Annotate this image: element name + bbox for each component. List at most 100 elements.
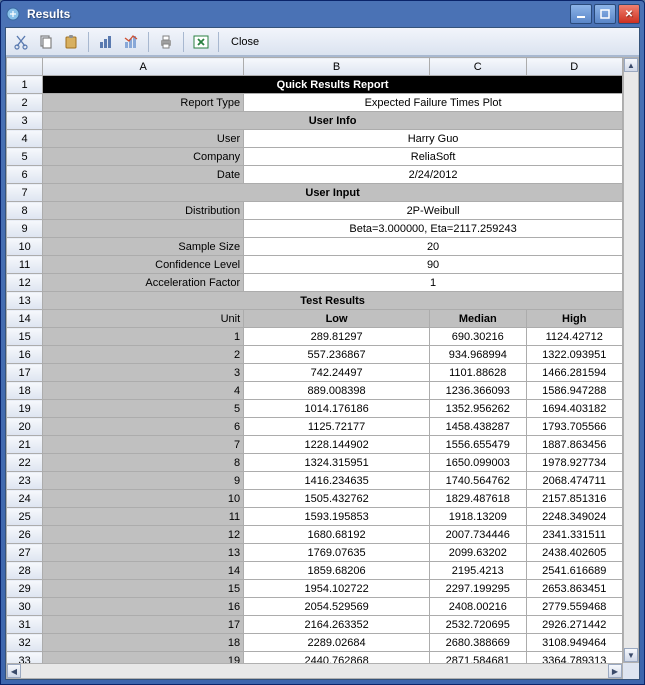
- row-h[interactable]: 6: [7, 166, 43, 184]
- cell-median[interactable]: 1236.366093: [430, 382, 526, 400]
- cell-high[interactable]: 1322.093951: [526, 346, 623, 364]
- paste-button[interactable]: [60, 31, 82, 53]
- cell-unit[interactable]: 14: [43, 562, 244, 580]
- row-h[interactable]: 2: [7, 94, 43, 112]
- cell-high[interactable]: 3108.949464: [526, 634, 623, 652]
- cell-label[interactable]: Confidence Level: [43, 256, 244, 274]
- row-h[interactable]: 25: [7, 508, 43, 526]
- cell-low[interactable]: 1324.315951: [244, 454, 430, 472]
- scroll-left-button[interactable]: ◀: [7, 664, 21, 678]
- cell-unit[interactable]: 15: [43, 580, 244, 598]
- sheet-grid[interactable]: A B C D 1 Quick Results Report 2 Report …: [6, 57, 623, 663]
- cell-median[interactable]: 1740.564762: [430, 472, 526, 490]
- cell-median[interactable]: 1829.487618: [430, 490, 526, 508]
- cell-high[interactable]: 1124.42712: [526, 328, 623, 346]
- cell-median[interactable]: 2408.00216: [430, 598, 526, 616]
- cell-median[interactable]: 2871.584681: [430, 652, 526, 664]
- cell-high[interactable]: 1586.947288: [526, 382, 623, 400]
- cell-low[interactable]: 557.236867: [244, 346, 430, 364]
- cell-high[interactable]: 1466.281594: [526, 364, 623, 382]
- row-h[interactable]: 18: [7, 382, 43, 400]
- cell-high[interactable]: 2541.616689: [526, 562, 623, 580]
- cell-unit[interactable]: 8: [43, 454, 244, 472]
- cell-value[interactable]: 2P-Weibull: [244, 202, 623, 220]
- cell-unit[interactable]: 10: [43, 490, 244, 508]
- row-h[interactable]: 3: [7, 112, 43, 130]
- row-h[interactable]: 15: [7, 328, 43, 346]
- chart-button-1[interactable]: [95, 31, 117, 53]
- cell-value[interactable]: 20: [244, 238, 623, 256]
- cell-low[interactable]: 1416.234635: [244, 472, 430, 490]
- section-heading[interactable]: User Info: [43, 112, 623, 130]
- cell-high[interactable]: 2157.851316: [526, 490, 623, 508]
- row-h[interactable]: 32: [7, 634, 43, 652]
- cell-value[interactable]: 2/24/2012: [244, 166, 623, 184]
- row-h[interactable]: 27: [7, 544, 43, 562]
- excel-export-button[interactable]: [190, 31, 212, 53]
- cell-unit[interactable]: 9: [43, 472, 244, 490]
- cell-high[interactable]: 2653.863451: [526, 580, 623, 598]
- section-heading[interactable]: User Input: [43, 184, 623, 202]
- cell-low[interactable]: 2054.529569: [244, 598, 430, 616]
- cell-high[interactable]: 1887.863456: [526, 436, 623, 454]
- cell-unit[interactable]: 7: [43, 436, 244, 454]
- cell-low[interactable]: 1505.432762: [244, 490, 430, 508]
- row-h[interactable]: 16: [7, 346, 43, 364]
- cell-label[interactable]: Low: [244, 310, 430, 328]
- cell-label[interactable]: High: [526, 310, 623, 328]
- cell-high[interactable]: 2248.349024: [526, 508, 623, 526]
- scroll-right-button[interactable]: ▶: [608, 664, 622, 678]
- cell-label[interactable]: Report Type: [43, 94, 244, 112]
- row-h[interactable]: 8: [7, 202, 43, 220]
- cell-unit[interactable]: 18: [43, 634, 244, 652]
- cell-high[interactable]: 2341.331511: [526, 526, 623, 544]
- col-header-A[interactable]: A: [43, 58, 244, 76]
- cell-high[interactable]: 3364.789313: [526, 652, 623, 664]
- cell-high[interactable]: 1694.403182: [526, 400, 623, 418]
- cell-value[interactable]: Beta=3.000000, Eta=2117.259243: [244, 220, 623, 238]
- cell-low[interactable]: 1014.176186: [244, 400, 430, 418]
- cell-unit[interactable]: 1: [43, 328, 244, 346]
- cell-label[interactable]: [43, 220, 244, 238]
- cell-low[interactable]: 1593.195853: [244, 508, 430, 526]
- close-window-button[interactable]: ✕: [618, 4, 640, 24]
- row-h[interactable]: 11: [7, 256, 43, 274]
- row-h[interactable]: 22: [7, 454, 43, 472]
- cell-value[interactable]: 1: [244, 274, 623, 292]
- close-button[interactable]: Close: [225, 36, 265, 48]
- cell-high[interactable]: 2438.402605: [526, 544, 623, 562]
- cell-low[interactable]: 2440.762868: [244, 652, 430, 664]
- row-h[interactable]: 4: [7, 130, 43, 148]
- horizontal-scrollbar[interactable]: ◀ ▶: [6, 663, 623, 679]
- col-header-C[interactable]: C: [430, 58, 526, 76]
- chart-button-2[interactable]: [120, 31, 142, 53]
- cell-label[interactable]: Acceleration Factor: [43, 274, 244, 292]
- row-h[interactable]: 17: [7, 364, 43, 382]
- row-h[interactable]: 20: [7, 418, 43, 436]
- cell-label[interactable]: Date: [43, 166, 244, 184]
- cell-low[interactable]: 1228.144902: [244, 436, 430, 454]
- cell-high[interactable]: 2068.474711: [526, 472, 623, 490]
- row-h[interactable]: 10: [7, 238, 43, 256]
- cell-unit[interactable]: 6: [43, 418, 244, 436]
- cell-low[interactable]: 889.008398: [244, 382, 430, 400]
- row-h[interactable]: 14: [7, 310, 43, 328]
- cell-low[interactable]: 289.81297: [244, 328, 430, 346]
- cell-low[interactable]: 1954.102722: [244, 580, 430, 598]
- cell-unit[interactable]: 19: [43, 652, 244, 664]
- cell-low[interactable]: 1125.72177: [244, 418, 430, 436]
- scroll-up-button[interactable]: ▲: [624, 58, 638, 72]
- row-h[interactable]: 1: [7, 76, 43, 94]
- cell-low[interactable]: 742.24497: [244, 364, 430, 382]
- row-h[interactable]: 23: [7, 472, 43, 490]
- cell-low[interactable]: 1859.68206: [244, 562, 430, 580]
- cell-unit[interactable]: 12: [43, 526, 244, 544]
- cell-low[interactable]: 2164.263352: [244, 616, 430, 634]
- cell-unit[interactable]: 2: [43, 346, 244, 364]
- row-h[interactable]: 26: [7, 526, 43, 544]
- col-header-B[interactable]: B: [244, 58, 430, 76]
- cell-unit[interactable]: 4: [43, 382, 244, 400]
- row-h[interactable]: 5: [7, 148, 43, 166]
- cell-median[interactable]: 690.30216: [430, 328, 526, 346]
- cell-median[interactable]: 934.968994: [430, 346, 526, 364]
